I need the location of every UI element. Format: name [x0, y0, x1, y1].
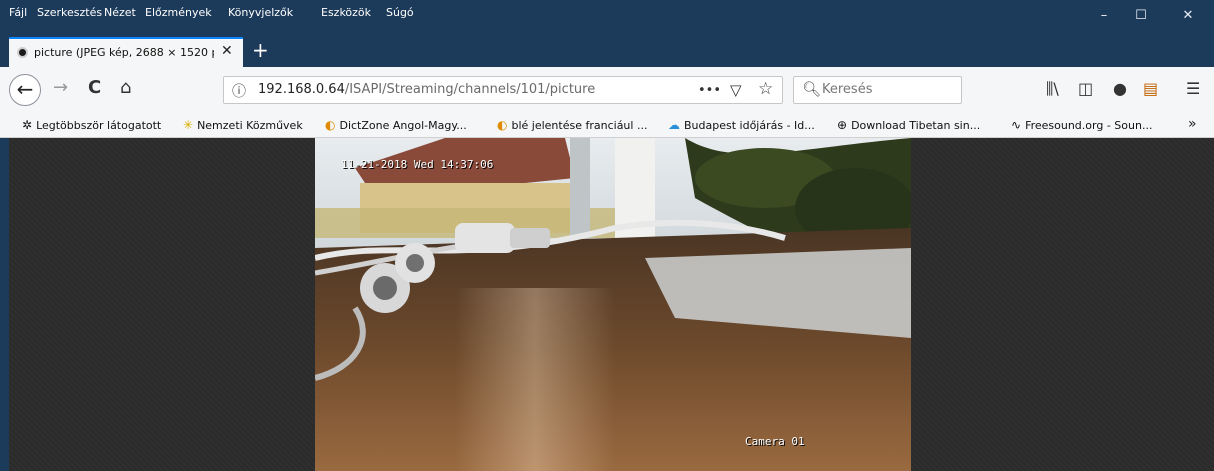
menu-bookmarks[interactable]: Könyvjelzők: [228, 6, 293, 19]
camera-snapshot-image[interactable]: 11-21-2018 Wed 14:37:06 Camera 01: [315, 138, 911, 471]
cloud-icon: ☁: [668, 118, 680, 132]
url-text[interactable]: 192.168.0.64/ISAPI/Streaming/channels/10…: [258, 82, 595, 97]
search-placeholder: Keresés: [822, 82, 873, 97]
bookmark-star-icon[interactable]: ☆: [758, 79, 773, 99]
hamburger-menu-icon[interactable]: ☰: [1186, 79, 1200, 98]
forward-button[interactable]: →: [53, 77, 68, 98]
addon-icon[interactable]: ▤: [1143, 79, 1158, 98]
menu-edit[interactable]: Szerkesztés: [37, 6, 102, 19]
globe-icon: ⊕: [837, 118, 848, 132]
asterisk-icon: ✳: [183, 118, 194, 132]
menu-tools[interactable]: Eszközök: [321, 6, 371, 19]
bookmarks-overflow-icon[interactable]: »: [1188, 116, 1197, 132]
menu-view[interactable]: Nézet: [104, 6, 136, 19]
tab-close-icon[interactable]: ✕: [221, 43, 233, 59]
waveform-icon: ∿: [1011, 118, 1022, 132]
info-icon[interactable]: ⓘ: [232, 81, 246, 101]
bookmark-item[interactable]: ✲ Legtöbbször látogatott: [22, 118, 161, 132]
close-window-button[interactable]: ✕: [1178, 8, 1198, 24]
home-button[interactable]: ⌂: [120, 77, 131, 98]
bookmark-item[interactable]: ∿ Freesound.org - Soun...: [1011, 118, 1152, 132]
maximize-button[interactable]: ☐: [1131, 8, 1151, 24]
navigation-toolbar: ← → C ⌂ ⓘ 192.168.0.64/ISAPI/Streaming/c…: [0, 67, 1214, 114]
gear-icon: ✲: [22, 118, 33, 132]
url-host: 192.168.0.64: [258, 82, 345, 97]
sidebar-icon[interactable]: ◫: [1078, 79, 1093, 98]
camera-scene-graphic: [315, 138, 911, 471]
page-actions-icon[interactable]: •••: [698, 83, 721, 98]
library-icon[interactable]: ⫼\: [1046, 79, 1059, 99]
reload-button[interactable]: C: [88, 77, 101, 98]
bookmark-item[interactable]: ☁ Budapest időjárás - Id...: [668, 118, 815, 132]
dictzone-icon: ◐: [325, 118, 336, 132]
search-icon: 🔍︎: [802, 80, 822, 98]
bookmarks-toolbar: ✲ Legtöbbször látogatott ✳ Nemzeti Közműve…: [0, 114, 1214, 138]
bookmark-item[interactable]: ◐ DictZone Angol-Magy...: [325, 118, 467, 132]
camera-favicon-icon: [17, 47, 28, 58]
extension-icon[interactable]: ●: [1113, 79, 1127, 98]
menu-history[interactable]: Előzmények: [145, 6, 212, 19]
menu-help[interactable]: Súgó: [386, 6, 414, 19]
dictzone-icon: ◐: [497, 118, 508, 132]
url-path: /ISAPI/Streaming/channels/101/picture: [344, 82, 596, 97]
tab-strip: picture (JPEG kép, 2688 × 1520 p ✕: [0, 33, 1214, 67]
back-button[interactable]: ←: [9, 74, 41, 106]
minimize-button[interactable]: –: [1094, 8, 1114, 24]
pocket-icon[interactable]: ▽: [730, 81, 742, 99]
tab-picture[interactable]: picture (JPEG kép, 2688 × 1520 p ✕: [9, 37, 243, 67]
search-bar[interactable]: 🔍︎ Keresés: [793, 76, 962, 104]
new-tab-button[interactable]: +: [252, 38, 269, 62]
bookmark-item[interactable]: ◐ blé jelentése franciául ...: [497, 118, 647, 132]
url-bar[interactable]: ⓘ 192.168.0.64/ISAPI/Streaming/channels/…: [223, 76, 783, 104]
camera-timestamp: 11-21-2018 Wed 14:37:06: [341, 158, 494, 171]
bookmark-item[interactable]: ⊕ Download Tibetan sin...: [837, 118, 980, 132]
camera-label: Camera 01: [745, 435, 805, 448]
window-left-edge: [0, 138, 9, 471]
bookmark-item[interactable]: ✳ Nemzeti Közművek: [183, 118, 303, 132]
menu-file[interactable]: Fájl: [9, 6, 27, 19]
menu-bar: Fájl Szerkesztés Nézet Előzmények Könyvj…: [0, 0, 1214, 33]
tab-title: picture (JPEG kép, 2688 × 1520 p: [34, 46, 214, 59]
